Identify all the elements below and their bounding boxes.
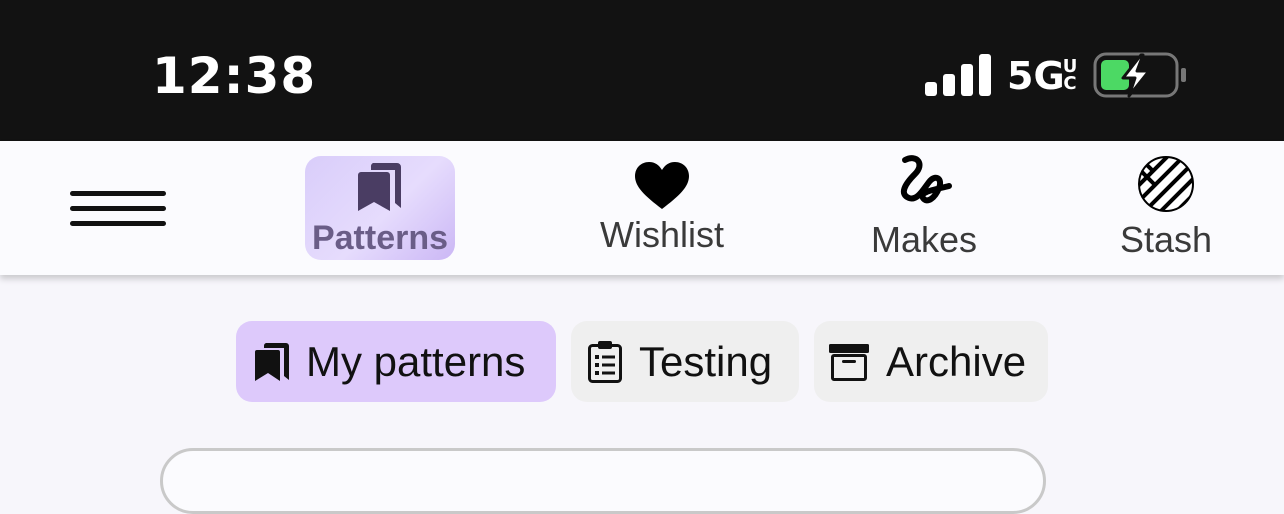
tab-my-patterns[interactable]: My patterns	[236, 321, 556, 402]
bookmarks-icon	[254, 342, 290, 382]
heart-icon	[633, 155, 691, 211]
yarn-ball-icon	[1138, 156, 1194, 212]
nav-label-stash: Stash	[1119, 219, 1213, 260]
archive-box-icon	[828, 342, 870, 382]
bookmarks-icon	[357, 156, 403, 212]
nav-item-patterns[interactable]: Patterns	[305, 156, 455, 260]
signal-icon	[925, 54, 991, 96]
nav-item-wishlist[interactable]: Wishlist	[590, 155, 734, 259]
tab-testing[interactable]: Testing	[571, 321, 799, 402]
nav-label-patterns: Patterns	[311, 219, 449, 257]
battery-charging-icon	[1093, 52, 1186, 98]
tab-label-archive: Archive	[886, 337, 1027, 385]
menu-button[interactable]	[70, 191, 166, 227]
search-input[interactable]	[160, 448, 1046, 514]
hamburger-icon-line	[70, 206, 166, 211]
nav-label-makes: Makes	[870, 219, 978, 260]
network-superscript: UC	[1060, 58, 1080, 94]
nav-label-wishlist: Wishlist	[600, 214, 724, 255]
app-nav-bar: Patterns Wishlist Makes Stash	[0, 141, 1284, 275]
status-bar: 12:38 5G UC	[0, 0, 1284, 141]
hamburger-icon	[70, 191, 166, 196]
status-time: 12:38	[152, 47, 317, 105]
clipboard-list-icon	[587, 340, 623, 384]
tab-label-testing: Testing	[639, 337, 773, 385]
yarn-squiggle-icon	[895, 155, 953, 212]
tab-label-my-patterns: My patterns	[306, 337, 526, 385]
network-type: 5G	[1007, 54, 1065, 98]
nav-item-stash[interactable]: Stash	[1112, 156, 1220, 260]
network-superscript-char: C	[1063, 73, 1077, 94]
nav-item-makes[interactable]: Makes	[862, 155, 986, 260]
tab-archive[interactable]: Archive	[814, 321, 1048, 402]
hamburger-icon-line	[70, 221, 166, 226]
